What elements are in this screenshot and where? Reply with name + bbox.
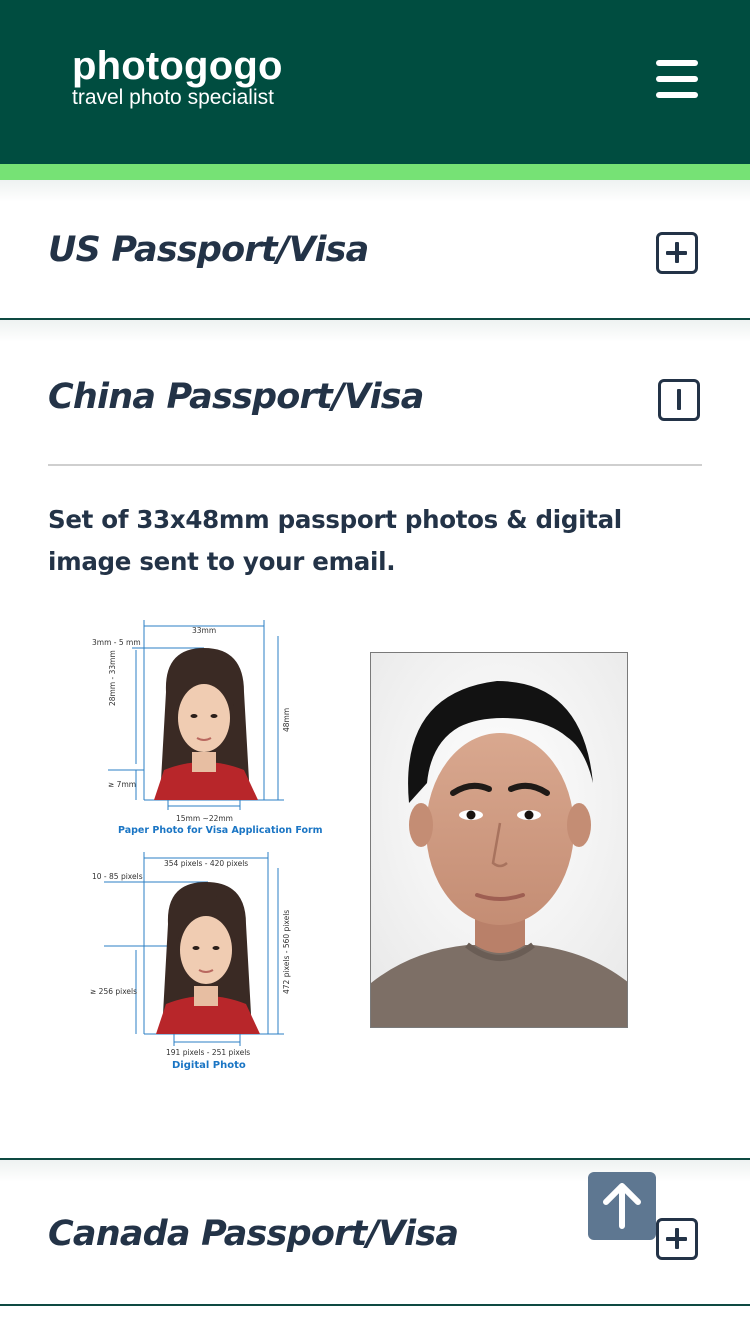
section-shadow [0,320,750,342]
hamburger-menu-icon[interactable] [652,58,700,100]
digital-height-label: 472 pixels - 560 pixels [282,909,291,994]
digital-caption: Digital Photo [172,1060,246,1071]
paper-face-label: 28mm - 33mm [108,650,117,706]
header-shadow [0,180,750,202]
brand-logo[interactable]: photogogo travel photo specialist [72,44,283,110]
arrow-up-icon [603,1183,641,1229]
requirements-graphic [104,620,284,1046]
accordion-title: US Passport/Visa [48,230,369,270]
paper-face-width-label: 15mm ~22mm [176,814,233,823]
digital-width-label: 354 pixels - 420 pixels [164,859,249,868]
plus-square-icon[interactable] [656,232,698,274]
digital-chin-label: ≥ 256 pixels [90,987,138,996]
paper-chin-label: ≥ 7mm [108,780,137,789]
brand-name: photogogo [72,44,283,88]
content-divider [48,464,702,466]
paper-caption: Paper Photo for Visa Application Form [118,825,323,836]
photo-requirements-diagram: 33mm 3mm - 5 mm 28mm - 33mm 48mm ≥ 7mm 1… [84,614,323,1076]
paper-top-label: 3mm - 5 mm [92,638,141,647]
accordion-title: Canada Passport/Visa [48,1214,459,1254]
accordion-divider [0,1304,750,1306]
site-header: photogogo travel photo specialist [0,0,750,164]
plus-square-icon[interactable] [656,1218,698,1260]
brand-tagline: travel photo specialist [72,86,274,109]
paper-height-label: 48mm [282,707,291,732]
paper-width-label: 33mm [192,626,217,635]
accordion-title: China Passport/Visa [48,377,424,417]
portrait-graphic [371,653,627,1027]
minus-square-icon[interactable] [658,379,700,421]
digital-face-width-label: 191 pixels - 251 pixels [166,1048,251,1057]
sample-passport-photo [370,652,628,1028]
product-description: Set of 33x48mm passport photos & digital… [48,505,622,576]
digital-top-label: 10 - 85 pixels [92,872,143,881]
header-accent-stripe [0,164,750,180]
back-to-top-button[interactable] [588,1172,656,1240]
